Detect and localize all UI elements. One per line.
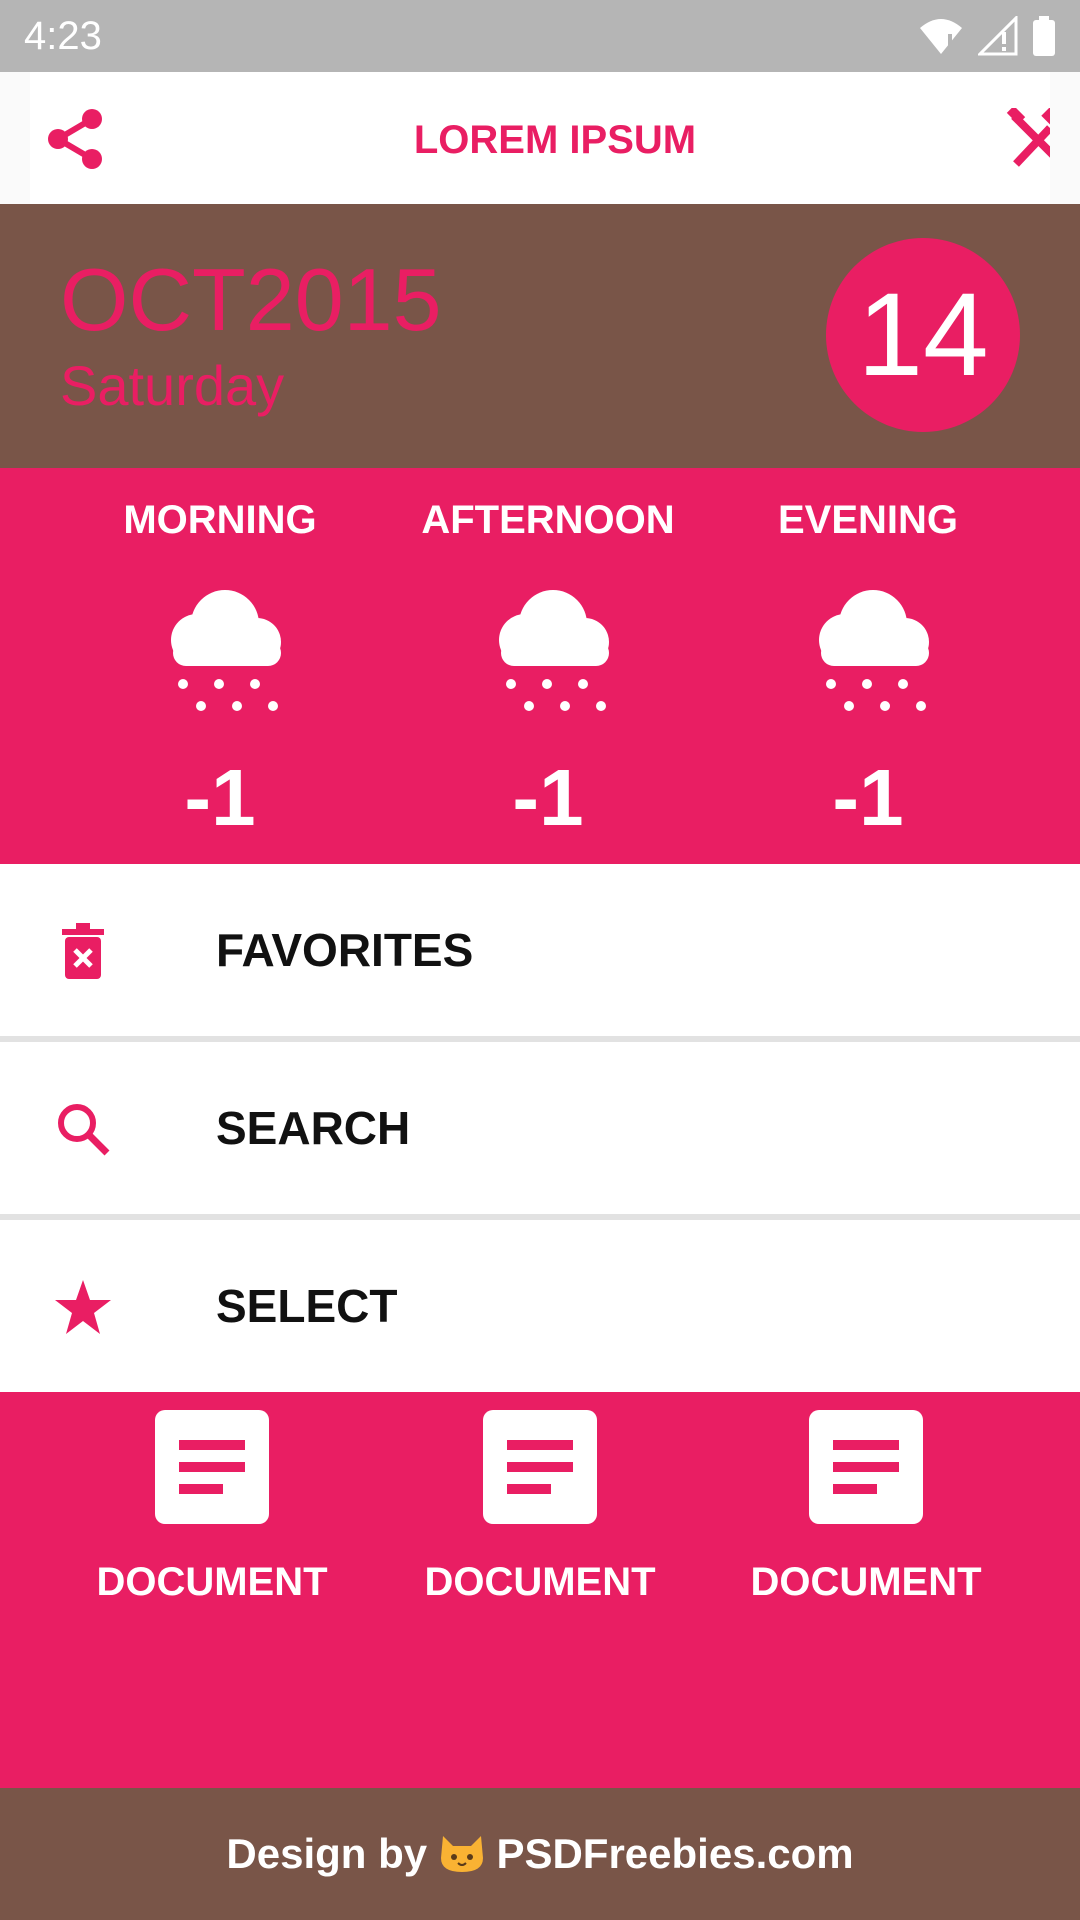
battery-icon [1033, 16, 1055, 56]
menu-item-select[interactable]: SELECT [0, 1220, 1080, 1392]
search-icon [52, 1098, 114, 1160]
weather-panel: MORNING -1 AFTERNOON -1 EVENING -1 [0, 468, 1080, 864]
menu-item-label: SELECT [216, 1280, 398, 1332]
date-header: OCT2015 Saturday 14 [0, 204, 1080, 468]
menu-item-label: FAVORITES [216, 924, 474, 976]
document-label: DOCUMENT [750, 1560, 982, 1604]
weather-evening: EVENING -1 [718, 468, 1018, 864]
menu-item-search[interactable]: SEARCH [0, 1042, 1080, 1214]
footer-prefix: Design by [226, 1830, 428, 1877]
menu-item-label: SEARCH [216, 1102, 411, 1154]
weather-morning: MORNING -1 [70, 468, 370, 864]
star-icon [52, 1276, 114, 1338]
status-time: 4:23 [24, 14, 102, 58]
footer-site: PSDFreebies.com [496, 1830, 854, 1877]
document-item[interactable]: DOCUMENT [736, 1410, 996, 1610]
snow-cloud-icon [171, 590, 281, 711]
document-icon [155, 1410, 269, 1524]
appbar-edge-left [0, 72, 30, 204]
document-item[interactable]: DOCUMENT [410, 1410, 670, 1610]
app-title: LOREM IPSUM [413, 118, 697, 162]
documents-panel: DOCUMENT DOCUMENT DOCUMENT [0, 1392, 1080, 1788]
document-icon [809, 1410, 923, 1524]
document-label: DOCUMENT [96, 1560, 328, 1604]
weather-temp: -1 [832, 753, 904, 842]
weather-label: EVENING [777, 498, 959, 542]
weather-label: AFTERNOON [421, 498, 675, 542]
appbar-edge-right [1050, 72, 1080, 204]
document-icon [483, 1410, 597, 1524]
weekday: Saturday [60, 354, 285, 417]
footer: Design by PSDFreebies.com [0, 1788, 1080, 1920]
footer-credit: Design by PSDFreebies.com [0, 1828, 1080, 1880]
menu-list: FAVORITES SEARCH SELECT [0, 864, 1080, 1392]
month-year: OCT2015 [60, 250, 442, 349]
day-badge: 14 [826, 238, 1020, 432]
app-bar: LOREM IPSUM [30, 72, 1080, 204]
signal-icon [978, 16, 1018, 56]
trash-icon [52, 920, 114, 982]
weather-afternoon: AFTERNOON -1 [398, 468, 698, 864]
snow-cloud-icon [499, 590, 609, 711]
status-bar: 4:23 [0, 0, 1080, 72]
snow-cloud-icon [819, 590, 929, 711]
wifi-icon [920, 19, 962, 54]
status-icons [918, 14, 1056, 58]
document-item[interactable]: DOCUMENT [82, 1410, 342, 1610]
document-label: DOCUMENT [424, 1560, 656, 1604]
weather-temp: -1 [184, 753, 256, 842]
weather-label: MORNING [123, 498, 317, 542]
weather-temp: -1 [512, 753, 584, 842]
cat-icon [440, 1836, 483, 1872]
menu-item-favorites[interactable]: FAVORITES [0, 864, 1080, 1036]
